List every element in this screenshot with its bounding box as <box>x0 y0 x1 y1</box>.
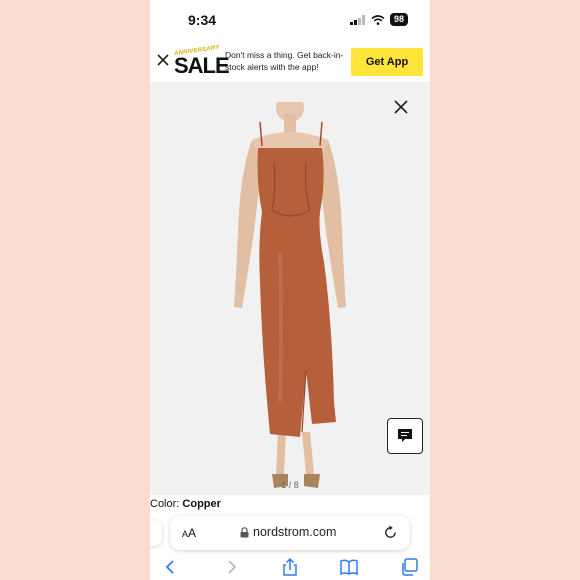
browser-toolbar <box>150 555 430 580</box>
color-line: Color: Copper <box>150 498 221 510</box>
url-text: nordstrom.com <box>253 525 337 539</box>
image-counter: 1 / 8 <box>281 480 299 490</box>
signal-icon <box>349 14 365 25</box>
reload-icon[interactable] <box>383 525 398 540</box>
close-icon[interactable] <box>156 53 170 67</box>
url-display[interactable]: nordstrom.com <box>240 525 336 539</box>
address-bar[interactable]: AA nordstrom.com <box>170 516 410 550</box>
chat-button[interactable] <box>387 418 423 454</box>
product-photo <box>234 102 346 488</box>
color-label: Color: <box>150 498 180 510</box>
close-viewer-icon[interactable] <box>394 100 408 114</box>
status-bar: 9:34 98 <box>150 0 430 40</box>
product-image-viewer[interactable]: 1 / 8 <box>150 82 430 495</box>
forward-icon[interactable] <box>222 558 240 576</box>
get-app-button[interactable]: Get App <box>351 48 423 76</box>
color-value: Copper <box>182 498 221 510</box>
banner-message: Don't miss a thing. Get back-in-stock al… <box>225 50 344 72</box>
sale-logo: ANNIVERSARY SALE <box>174 45 230 78</box>
status-icons: 98 <box>349 13 408 26</box>
phone-screen: 9:34 98 ANNIVERSARY SALE Don't miss a th <box>150 0 430 580</box>
lock-icon <box>240 526 249 537</box>
status-time: 9:34 <box>188 12 217 28</box>
battery-indicator: 98 <box>389 13 408 26</box>
reader-settings-button[interactable]: AA <box>182 526 196 540</box>
app-banner: ANNIVERSARY SALE Don't miss a thing. Get… <box>150 42 430 83</box>
back-icon[interactable] <box>162 558 180 576</box>
sale-word: SALE <box>174 53 230 78</box>
previous-tab-edge[interactable] <box>150 520 162 546</box>
bookmarks-icon[interactable] <box>340 558 358 576</box>
wifi-icon <box>371 14 385 25</box>
share-icon[interactable] <box>281 558 299 576</box>
chat-icon <box>398 429 412 442</box>
tabs-icon[interactable] <box>400 558 418 576</box>
